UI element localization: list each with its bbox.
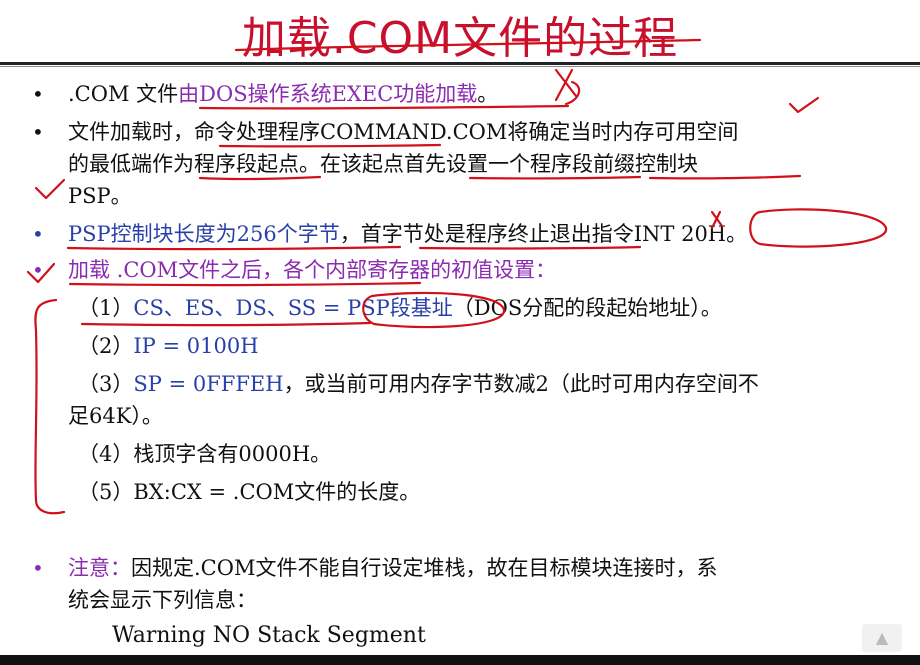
register-item-5: （5）BX:CX = .COM文件的长度。 — [78, 478, 420, 506]
register-item-1: （1）CS、ES、DS、SS = PSP段基址（DOS分配的段起始地址）。 — [78, 294, 722, 322]
note-label: 注意： — [68, 556, 131, 580]
bullet-1-post: 。 — [477, 82, 499, 106]
register-item-3: （3）SP = 0FFFEH，或当前可用内存字节数减2（此时可用内存空间不 — [78, 370, 759, 398]
item-4-text: 栈顶字含有0000H。 — [133, 442, 332, 466]
ink-cross-mark — [554, 68, 581, 106]
bullet-2-line-3: PSP。 — [68, 184, 132, 208]
item-num: （3） — [78, 372, 134, 396]
bullet-1-pre: .COM 文件 — [68, 82, 179, 106]
ink-bracket — [34, 298, 66, 515]
item-3-regs: SP = 0FFFEH — [133, 372, 284, 396]
bullet-2-line-1: 文件加载时，命令处理程序COMMAND.COM将确定当时内存可用空间 — [68, 120, 739, 144]
register-item-2: （2）IP = 0100H — [78, 332, 259, 360]
slide-title: 加载.COM文件的过程 — [241, 13, 679, 64]
note-line-2: 统会显示下列信息： — [68, 588, 257, 612]
item-1-regs: CS、ES、DS、SS = PSP段基址 — [133, 296, 453, 320]
slide-nav-icon[interactable]: ▲ — [862, 624, 902, 652]
item-num: （5） — [78, 480, 134, 504]
bullet-dot: • — [32, 258, 44, 282]
bullet-2-line-2: 的最低端作为程序段起点。在该起点首先设置一个程序段前缀控制块 — [68, 152, 698, 176]
item-3-rest: ，或当前可用内存字节数减2（此时可用内存空间不 — [283, 372, 759, 396]
register-item-3-cont: 足64K）。 — [68, 404, 163, 428]
bullet-3-highlight: PSP控制块长度为256个字节 — [68, 222, 340, 246]
item-2-regs: IP = 0100H — [133, 334, 259, 358]
bullet-1-highlight: 由DOS操作系统EXEC功能加载 — [178, 82, 478, 106]
title-rule — [0, 62, 920, 65]
bullet-dot: • — [32, 82, 44, 106]
note-text-1: 因规定.COM文件不能自行设定堆栈，故在目标模块连接时，系 — [131, 556, 718, 580]
bullet-3: PSP控制块长度为256个字节，首字节处是程序终止退出指令INT 20H。 — [68, 220, 747, 248]
title-rule-thin — [0, 66, 920, 67]
bottom-bar — [0, 655, 920, 665]
item-num: （2） — [78, 334, 134, 358]
bullet-3-post: ，首字节处是程序终止退出指令INT 20H。 — [339, 222, 748, 246]
bullet-dot: • — [32, 556, 44, 580]
warning-message: Warning NO Stack Segment — [112, 623, 426, 648]
ink-check — [34, 178, 66, 200]
bullet-dot: • — [32, 120, 44, 144]
ink-check — [788, 96, 820, 114]
item-5-text: BX:CX = .COM文件的长度。 — [133, 480, 421, 504]
bullet-1: .COM 文件由DOS操作系统EXEC功能加载。 — [68, 80, 498, 108]
item-num: （1） — [78, 296, 134, 320]
ink-underline — [80, 321, 372, 327]
register-item-4: （4）栈顶字含有0000H。 — [78, 440, 331, 468]
item-1-rest: （DOS分配的段起始地址）。 — [452, 296, 722, 320]
item-num: （4） — [78, 442, 134, 466]
bullet-4: 加载 .COM文件之后，各个内部寄存器的初值设置： — [68, 258, 557, 282]
note-line-1: 注意：因规定.COM文件不能自行设定堆栈，故在目标模块连接时，系 — [68, 554, 717, 582]
bullet-dot: • — [32, 222, 44, 246]
ink-circle — [749, 208, 888, 248]
